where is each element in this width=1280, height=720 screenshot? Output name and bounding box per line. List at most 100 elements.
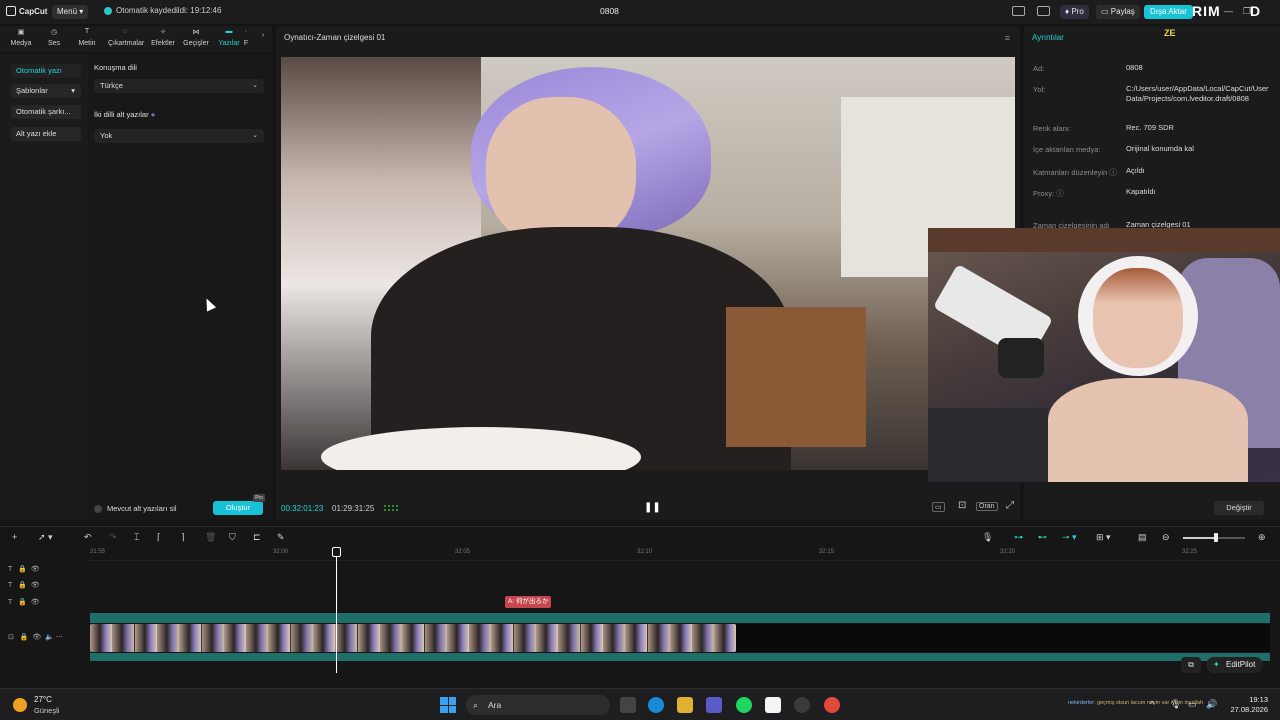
trim-left-icon[interactable]: ⌈ bbox=[157, 532, 161, 543]
bilingual-select[interactable]: Yok ⌄ bbox=[94, 129, 264, 143]
chevron-up-icon[interactable]: ^ bbox=[1150, 699, 1154, 709]
mic-tray-icon[interactable]: 🎙 bbox=[1170, 699, 1181, 710]
undo-icon[interactable]: ↶ bbox=[84, 532, 92, 543]
weather-description[interactable]: Güneşli bbox=[34, 706, 59, 715]
chevron-down-icon: ▾ bbox=[71, 86, 75, 95]
tool-stickers[interactable]: ◌ Çıkartmalar bbox=[108, 28, 144, 47]
tool-transitions[interactable]: ⋈ Geçişler bbox=[179, 28, 213, 47]
nav-add-captions[interactable]: Alt yazı ekle bbox=[11, 127, 81, 141]
crop-icon[interactable]: ⊏ bbox=[253, 532, 261, 543]
time-ruler[interactable]: 31:55 32:00 32:05 32:10 32:15 32:20 32:2… bbox=[88, 547, 1280, 561]
video-preview[interactable] bbox=[281, 57, 1015, 470]
delete-icon[interactable]: 🗑 bbox=[205, 532, 216, 543]
tool-effects[interactable]: ✧ Efektler bbox=[146, 28, 180, 47]
nav-auto-lyrics[interactable]: Otomatik şarkı... bbox=[11, 105, 81, 119]
spotify-icon[interactable] bbox=[736, 697, 752, 713]
teams-icon[interactable] bbox=[706, 697, 722, 713]
file-explorer-icon[interactable] bbox=[677, 697, 693, 713]
pro-badge: Pro bbox=[253, 494, 265, 502]
zoom-slider[interactable] bbox=[1183, 533, 1245, 542]
info-icon: ⓘ bbox=[1109, 168, 1117, 177]
lock-icon[interactable]: 🔒 bbox=[18, 582, 27, 589]
shield-icon[interactable]: ⛉ bbox=[229, 532, 236, 543]
export-button[interactable]: Dışa Aktar bbox=[1144, 5, 1193, 19]
link-icon[interactable]: ⊷ bbox=[1038, 532, 1047, 543]
eye-icon[interactable]: 👁 bbox=[31, 566, 40, 573]
autosave-status: Otomatik kaydedildi: 19:12:46 bbox=[104, 6, 221, 15]
change-button[interactable]: Değiştir bbox=[1214, 501, 1264, 515]
subtitle-clip[interactable]: A: 何が出るか bbox=[505, 596, 551, 608]
zoom-slider-handle[interactable] bbox=[1214, 533, 1218, 542]
volume-icon[interactable]: 🔊 bbox=[1206, 699, 1217, 710]
quality-icon[interactable]: ▭ bbox=[932, 502, 945, 512]
filmstrip-frame bbox=[223, 624, 246, 652]
chrome-icon[interactable] bbox=[824, 697, 840, 713]
create-button[interactable]: Oluştur Pro bbox=[213, 494, 265, 515]
speaker-icon[interactable]: 🔈 bbox=[45, 634, 54, 641]
zoom-in-icon[interactable]: ⊕ bbox=[1258, 532, 1266, 543]
align-icon[interactable]: ⊞ ▾ bbox=[1096, 532, 1111, 543]
tools-scroll-right-icon[interactable]: › bbox=[256, 32, 270, 39]
magnet-icon[interactable]: ⊶ bbox=[1014, 532, 1023, 543]
shortcut-icon[interactable] bbox=[1037, 6, 1050, 16]
redo-icon[interactable]: ↷ bbox=[109, 532, 117, 543]
pro-button[interactable]: ♦ Pro bbox=[1060, 5, 1089, 19]
delete-existing-row[interactable]: Mevcut alt yazıları sil bbox=[94, 504, 177, 513]
preview-axis-icon[interactable]: ⊸ ▾ bbox=[1062, 532, 1077, 543]
layout-icon[interactable] bbox=[1012, 6, 1025, 16]
tool-audio[interactable]: ◷ Ses bbox=[37, 28, 71, 47]
filters-icon: · bbox=[244, 28, 248, 35]
video-clip[interactable] bbox=[90, 624, 736, 652]
playhead-handle[interactable] bbox=[332, 547, 341, 557]
snapshot-icon[interactable]: ⊡ bbox=[956, 500, 968, 511]
eye-icon[interactable]: 👁 bbox=[31, 582, 40, 589]
nav-templates[interactable]: Şablonlar ▾ bbox=[11, 84, 81, 98]
filmstrip-frame bbox=[357, 624, 380, 652]
fullscreen-icon[interactable]: ⤢ bbox=[1004, 500, 1016, 511]
language-select[interactable]: Türkçe ⌄ bbox=[94, 79, 264, 93]
zoom-out-icon[interactable]: ⊖ bbox=[1162, 532, 1170, 543]
edge-icon[interactable] bbox=[648, 697, 664, 713]
tool-filters[interactable]: · F bbox=[236, 28, 256, 47]
audio-track[interactable] bbox=[90, 613, 1270, 623]
taskbar-clock[interactable]: 19:13 27.08.2026 bbox=[1222, 695, 1268, 715]
trim-right-icon[interactable]: ⌉ bbox=[181, 532, 185, 543]
minimize-icon[interactable]: — bbox=[1224, 6, 1233, 16]
lock-icon[interactable]: 🔒 bbox=[18, 599, 27, 606]
audio-waveform[interactable] bbox=[90, 653, 1270, 661]
task-view-icon[interactable] bbox=[620, 697, 636, 713]
delete-existing-checkbox[interactable] bbox=[94, 504, 102, 513]
caption-toggle-icon[interactable]: ▤ bbox=[1138, 532, 1147, 543]
taskbar-search[interactable]: ⌕ Ara bbox=[466, 695, 610, 715]
share-button[interactable]: ▭ Paylaş bbox=[1096, 5, 1140, 19]
select-tool-icon[interactable]: ➚ ▾ bbox=[38, 532, 53, 543]
playhead[interactable] bbox=[336, 547, 337, 673]
webcam-shelf bbox=[928, 228, 1280, 252]
add-track-icon[interactable]: + bbox=[12, 532, 17, 542]
split-icon[interactable]: ⌶ bbox=[134, 532, 139, 543]
microphone-icon[interactable]: 🎙 bbox=[982, 532, 993, 543]
more-icon[interactable]: ⋯ bbox=[56, 634, 63, 641]
eye-icon[interactable]: 👁 bbox=[31, 599, 40, 606]
nav-auto-captions[interactable]: Otomatik yazı bbox=[11, 64, 81, 78]
pause-button[interactable]: ❚❚ bbox=[644, 502, 661, 513]
detail-value: Açıldı bbox=[1126, 166, 1145, 175]
sun-icon[interactable] bbox=[13, 698, 27, 712]
aspect-ratio-button[interactable]: Oran bbox=[976, 502, 998, 511]
network-icon[interactable]: ▭ bbox=[1188, 699, 1197, 710]
auto-edit-icon[interactable]: ✎ bbox=[277, 532, 285, 543]
player-menu-icon[interactable]: ≡ bbox=[1005, 33, 1010, 43]
eye-icon[interactable]: 👁 bbox=[32, 634, 41, 641]
lock-icon[interactable]: 🔒 bbox=[20, 634, 29, 641]
tool-media[interactable]: ▣ Medya bbox=[4, 28, 38, 47]
lock-icon[interactable]: 🔒 bbox=[18, 566, 27, 573]
filmstrip-frame bbox=[402, 624, 425, 652]
screenshot-icon[interactable]: ⧉ bbox=[1181, 657, 1201, 673]
weather-temperature[interactable]: 27°C bbox=[34, 695, 52, 704]
capcut-icon[interactable] bbox=[765, 697, 781, 713]
start-button[interactable] bbox=[440, 697, 456, 713]
editpilot-button[interactable]: ✦ EditPilot bbox=[1206, 657, 1264, 673]
menu-button[interactable]: Menü ▾ bbox=[52, 5, 89, 19]
obs-icon[interactable] bbox=[794, 697, 810, 713]
tool-text[interactable]: T Metin bbox=[70, 28, 104, 47]
